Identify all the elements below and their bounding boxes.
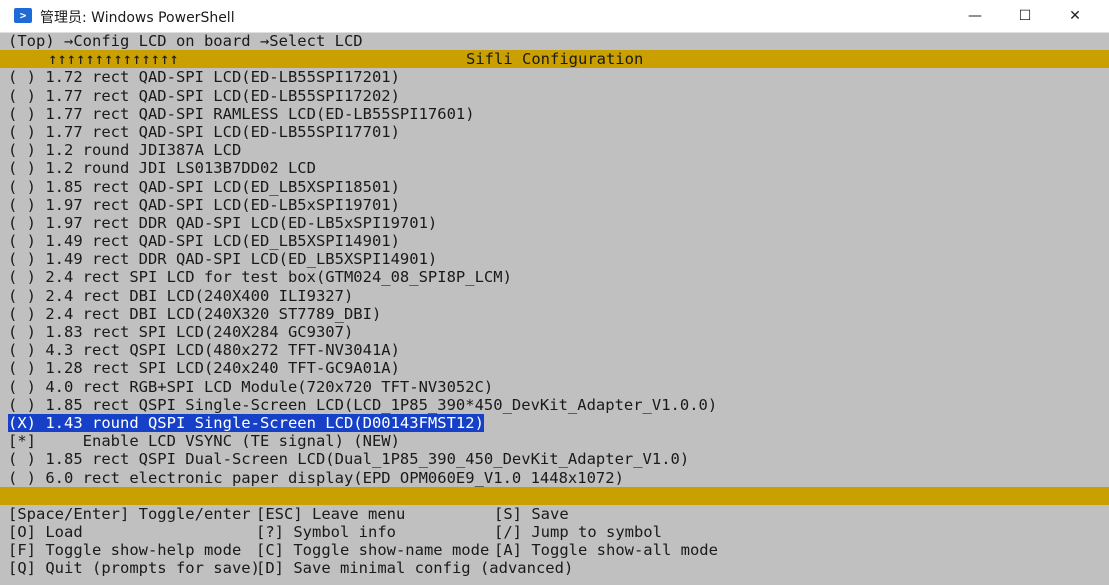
menu-item[interactable]: ( ) 1.85 rect QSPI Single-Screen LCD(LCD… [8, 396, 1109, 414]
menu-item-label: ( ) 1.72 rect QAD-SPI LCD(ED-LB55SPI1720… [8, 68, 400, 87]
menu-list: ( ) 1.72 rect QAD-SPI LCD(ED-LB55SPI1720… [8, 68, 1109, 487]
menu-item-label: ( ) 1.77 rect QAD-SPI RAMLESS LCD(ED-LB5… [8, 104, 475, 123]
help-shortcut: [?] Symbol info [256, 523, 396, 542]
menu-item[interactable]: ( ) 1.72 rect QAD-SPI LCD(ED-LB55SPI1720… [8, 68, 1109, 86]
menu-item-label: ( ) 1.77 rect QAD-SPI LCD(ED-LB55SPI1770… [8, 122, 400, 141]
menu-item[interactable]: ( ) 1.77 rect QAD-SPI RAMLESS LCD(ED-LB5… [8, 105, 1109, 123]
menu-item-label: ( ) 1.85 rect QSPI Single-Screen LCD(LCD… [8, 395, 718, 414]
maximize-icon: ☐ [1018, 8, 1032, 24]
powershell-window: > 管理员: Windows PowerShell — ☐ ✕ (Top) →C… [0, 0, 1109, 585]
menu-item[interactable]: ( ) 1.97 rect DDR QAD-SPI LCD(ED-LB5xSPI… [8, 214, 1109, 232]
menu-item[interactable]: ( ) 6.0 rect electronic paper display(EP… [8, 469, 1109, 487]
scroll-up-arrows: ↑↑↑↑↑↑↑↑↑↑↑↑↑↑ [48, 50, 179, 69]
minimize-button[interactable]: — [950, 0, 1000, 32]
window-title: 管理员: Windows PowerShell [40, 10, 235, 26]
menu-item-label: ( ) 4.3 rect QSPI LCD(480x272 TFT-NV3041… [8, 341, 400, 360]
menu-item-label: ( ) 1.28 rect SPI LCD(240x240 TFT-GC9A01… [8, 359, 400, 378]
powershell-icon: > [14, 8, 32, 23]
terminal-area[interactable]: (Top) →Config LCD on board →Select LCD ↑… [0, 32, 1109, 585]
menu-bottom-bar [0, 486, 1109, 505]
menu-item[interactable]: ( ) 1.28 rect SPI LCD(240x240 TFT-GC9A01… [8, 359, 1109, 377]
menu-item[interactable]: ( ) 2.4 rect DBI LCD(240X400 ILI9327) [8, 287, 1109, 305]
menu-item-label: ( ) 1.97 rect QAD-SPI LCD(ED-LB5xSPI1970… [8, 195, 400, 214]
menu-item[interactable]: ( ) 1.83 rect SPI LCD(240X284 GC9307) [8, 323, 1109, 341]
menu-item[interactable]: ( ) 1.97 rect QAD-SPI LCD(ED-LB5xSPI1970… [8, 196, 1109, 214]
maximize-button[interactable]: ☐ [1000, 0, 1050, 32]
menu-item[interactable]: ( ) 1.49 rect DDR QAD-SPI LCD(ED_LB5XSPI… [8, 250, 1109, 268]
help-row: [O] Load [?] Symbol info [/] Jump to symbo… [8, 523, 1109, 541]
help-shortcut: [Space/Enter] Toggle/enter [8, 504, 251, 523]
menu-item[interactable]: ( ) 4.0 rect RGB+SPI LCD Module(720x720 … [8, 378, 1109, 396]
menu-item-label: ( ) 1.97 rect DDR QAD-SPI LCD(ED-LB5xSPI… [8, 213, 438, 232]
menu-item-label: [*] Enable LCD VSYNC (TE signal) (NEW) [8, 432, 400, 451]
menu-item-label: ( ) 2.4 rect DBI LCD(240X400 ILI9327) [8, 286, 354, 305]
menu-item-label: ( ) 1.85 rect QSPI Dual-Screen LCD(Dual_… [8, 450, 690, 469]
help-shortcut: [ESC] Leave menu [256, 504, 406, 523]
menu-item-label: (X) 1.43 round QSPI Single-Screen LCD(D0… [8, 413, 484, 433]
help-shortcut: [F] Toggle show-help mode [8, 541, 242, 560]
menu-item-label: ( ) 4.0 rect RGB+SPI LCD Module(720x720 … [8, 377, 494, 396]
minimize-icon: — [968, 8, 982, 24]
menu-item-label: ( ) 2.4 rect SPI LCD for test box(GTM024… [8, 268, 512, 287]
menu-item[interactable]: ( ) 2.4 rect SPI LCD for test box(GTM024… [8, 268, 1109, 286]
help-shortcut: [S] Save [494, 504, 569, 523]
help-shortcut: [C] Toggle show-name mode [256, 541, 490, 560]
help-shortcut: [D] Save minimal config (advanced) [256, 559, 574, 578]
menu-item[interactable]: ( ) 4.3 rect QSPI LCD(480x272 TFT-NV3041… [8, 341, 1109, 359]
close-button[interactable]: ✕ [1050, 0, 1100, 32]
menu-item-label: ( ) 1.2 round JDI LS013B7DD02 LCD [8, 159, 316, 178]
menu-item[interactable]: ( ) 1.77 rect QAD-SPI LCD(ED-LB55SPI1720… [8, 87, 1109, 105]
menu-item[interactable]: ( ) 1.49 rect QAD-SPI LCD(ED_LB5XSPI1490… [8, 232, 1109, 250]
help-row: [Q] Quit (prompts for save) [D] Save mini… [8, 559, 1109, 577]
help-shortcut: [/] Jump to symbol [494, 523, 662, 542]
help-shortcut: [O] Load [8, 523, 83, 542]
help-shortcut: [A] Toggle show-all mode [494, 541, 718, 560]
title-bar[interactable]: > 管理员: Windows PowerShell — ☐ ✕ [0, 0, 1109, 33]
config-title: Sifli Configuration [466, 50, 644, 69]
menu-item[interactable]: ( ) 1.2 round JDI387A LCD [8, 141, 1109, 159]
menu-item-label: ( ) 1.85 rect QAD-SPI LCD(ED_LB5XSPI1850… [8, 177, 400, 196]
menu-item[interactable]: ( ) 1.2 round JDI LS013B7DD02 LCD [8, 159, 1109, 177]
close-icon: ✕ [1069, 8, 1081, 24]
menu-item-label: ( ) 1.49 rect QAD-SPI LCD(ED_LB5XSPI1490… [8, 232, 400, 251]
menu-item[interactable]: [*] Enable LCD VSYNC (TE signal) (NEW) [8, 432, 1109, 450]
help-row: [Space/Enter] Toggle/enter [ESC] Leave me… [8, 505, 1109, 523]
breadcrumb: (Top) →Config LCD on board →Select LCD [8, 32, 363, 50]
menu-item-label: ( ) 1.77 rect QAD-SPI LCD(ED-LB55SPI1720… [8, 86, 400, 105]
menu-item[interactable]: ( ) 1.77 rect QAD-SPI LCD(ED-LB55SPI1770… [8, 123, 1109, 141]
menu-item-label: ( ) 1.49 rect DDR QAD-SPI LCD(ED_LB5XSPI… [8, 250, 438, 269]
menu-item[interactable]: ( ) 2.4 rect DBI LCD(240X320 ST7789_DBI) [8, 305, 1109, 323]
menu-item-label: ( ) 1.2 round JDI387A LCD [8, 141, 242, 160]
menu-item[interactable]: ( ) 1.85 rect QSPI Dual-Screen LCD(Dual_… [8, 450, 1109, 468]
help-row: [F] Toggle show-help mode [C] Toggle show… [8, 541, 1109, 559]
menu-item-label: ( ) 6.0 rect electronic paper display(EP… [8, 468, 624, 487]
menu-item-selected[interactable]: (X) 1.43 round QSPI Single-Screen LCD(D0… [8, 413, 1109, 433]
menu-item-label: ( ) 1.83 rect SPI LCD(240X284 GC9307) [8, 323, 354, 341]
config-header-bar: ↑↑↑↑↑↑↑↑↑↑↑↑↑↑ Sifli Configuration [0, 50, 1109, 69]
help-shortcut: [Q] Quit (prompts for save) [8, 559, 260, 578]
help-area: [Space/Enter] Toggle/enter [ESC] Leave me… [8, 505, 1109, 578]
menu-item-label: ( ) 2.4 rect DBI LCD(240X320 ST7789_DBI) [8, 304, 382, 323]
menu-item[interactable]: ( ) 1.85 rect QAD-SPI LCD(ED_LB5XSPI1850… [8, 178, 1109, 196]
